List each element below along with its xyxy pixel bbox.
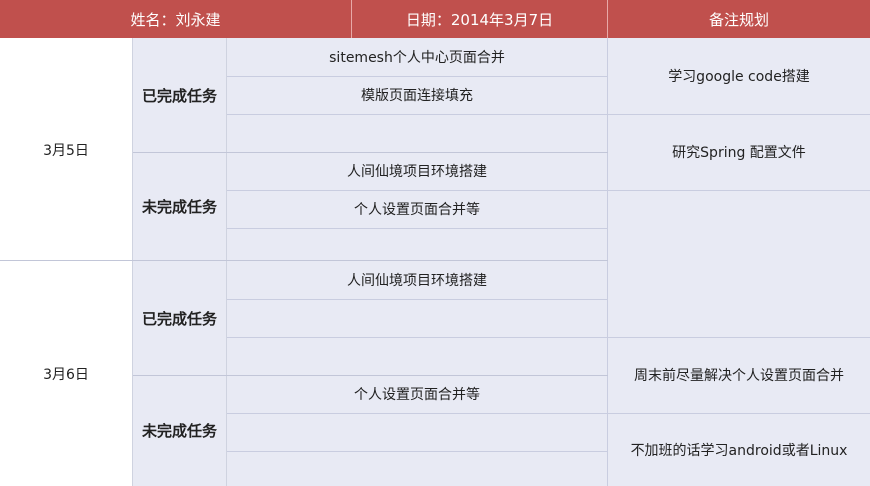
completed-label: 已完成任务 — [133, 261, 227, 375]
task-cell: sitemesh个人中心页面合并 — [227, 38, 608, 76]
task-cell: 人间仙境项目环境搭建 — [227, 152, 608, 190]
grid-line — [227, 337, 608, 338]
task-cell: 个人设置页面合并等 — [227, 375, 608, 413]
task-cell — [227, 114, 608, 152]
grid-line — [608, 337, 870, 338]
grid-line — [227, 76, 608, 77]
day-date: 3月5日 — [0, 38, 133, 261]
header-notes: 备注规划 — [608, 0, 870, 38]
task-cell: 人间仙境项目环境搭建 — [227, 261, 608, 299]
task-cell — [227, 337, 608, 375]
grid-line — [133, 375, 608, 376]
grid-line — [133, 152, 608, 153]
task-cell — [227, 413, 608, 451]
grid-line — [227, 114, 608, 115]
grid-line — [608, 114, 870, 115]
note-cell: 研究Spring 配置文件 — [608, 114, 870, 190]
grid-line — [227, 299, 608, 300]
note-cell: 不加班的话学习android或者Linux — [608, 413, 870, 486]
grid-line — [608, 413, 870, 414]
day-date: 3月6日 — [0, 261, 133, 486]
task-cell — [227, 299, 608, 337]
incomplete-label: 未完成任务 — [133, 152, 227, 261]
grid-line — [227, 451, 608, 452]
task-cell: 模版页面连接填充 — [227, 76, 608, 114]
note-cell: 周末前尽量解决个人设置页面合并 — [608, 337, 870, 413]
grid-line — [227, 190, 608, 191]
task-cell — [227, 228, 608, 261]
task-cell: 个人设置页面合并等 — [227, 190, 608, 228]
grid-line — [227, 228, 608, 229]
completed-label: 已完成任务 — [133, 38, 227, 152]
grid-line — [227, 413, 608, 414]
grid-line — [0, 260, 608, 261]
note-cell: 学习google code搭建 — [608, 38, 870, 114]
header-name: 姓名：刘永建 — [0, 0, 352, 38]
note-cell — [608, 190, 870, 337]
header-date: 日期：2014年3月7日 — [352, 0, 608, 38]
grid-line — [608, 190, 870, 191]
incomplete-label: 未完成任务 — [133, 375, 227, 486]
task-cell — [227, 451, 608, 486]
